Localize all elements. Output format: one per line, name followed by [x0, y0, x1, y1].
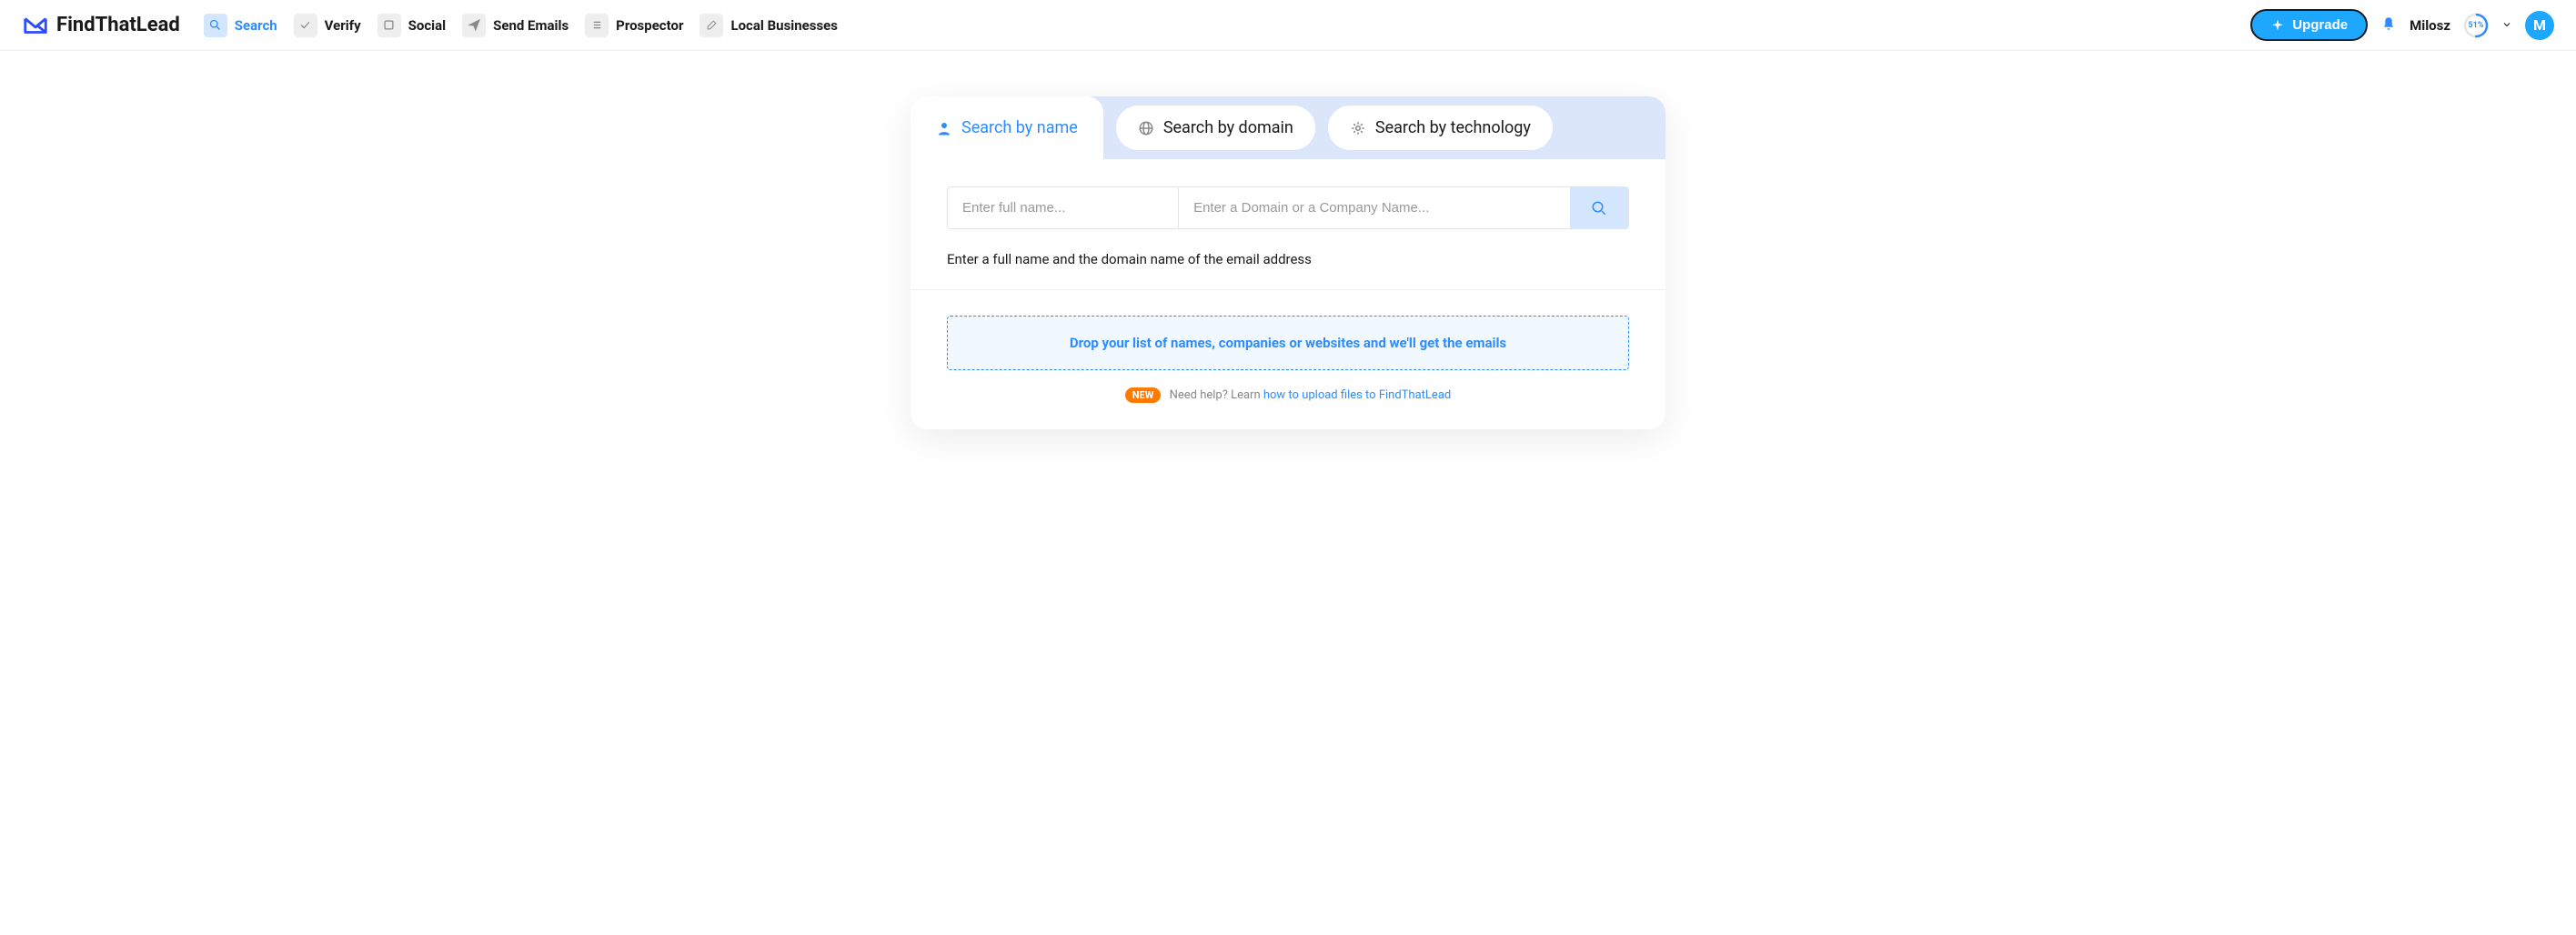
nav-prospector-label: Prospector	[616, 17, 683, 34]
app-header: FindThatLead Search Verify Social Send E…	[0, 0, 2576, 51]
help-row: NEW Need help? Learn how to upload files…	[947, 388, 1629, 429]
send-icon	[462, 14, 486, 37]
brand-logo[interactable]: FindThatLead	[22, 12, 180, 39]
nav-verify[interactable]: Verify	[294, 14, 361, 37]
nav-send-emails[interactable]: Send Emails	[462, 14, 569, 37]
brand-name: FindThatLead	[56, 14, 180, 36]
gear-icon	[1350, 120, 1366, 136]
nav-social[interactable]: Social	[377, 14, 446, 37]
check-icon	[294, 14, 317, 37]
dropzone-label: Drop your list of names, companies or we…	[1070, 335, 1506, 351]
social-icon	[377, 14, 401, 37]
list-icon	[585, 14, 609, 37]
header-right: Upgrade Milosz 51% M	[2250, 9, 2554, 41]
file-dropzone[interactable]: Drop your list of names, companies or we…	[947, 316, 1629, 370]
brand-logo-icon	[22, 12, 49, 39]
progress-percent-label: 51%	[2469, 21, 2484, 30]
nav-search[interactable]: Search	[204, 14, 277, 37]
nav-prospector[interactable]: Prospector	[585, 14, 683, 37]
search-submit-button[interactable]	[1570, 187, 1628, 228]
nav-local-businesses-label: Local Businesses	[730, 17, 838, 34]
globe-icon	[1138, 120, 1154, 136]
card-body: Enter a full name and the domain name of…	[911, 159, 1665, 429]
avatar-initial: M	[2533, 16, 2546, 34]
domain-input[interactable]	[1179, 187, 1570, 228]
main-content: Search by name Search by domain Search b…	[0, 51, 2576, 429]
main-nav: Search Verify Social Send Emails Prospec…	[204, 14, 838, 37]
avatar[interactable]: M	[2525, 11, 2554, 40]
new-badge: NEW	[1125, 387, 1162, 403]
tab-search-by-technology[interactable]: Search by technology	[1328, 106, 1553, 150]
nav-social-label: Social	[408, 17, 446, 34]
help-prefix: Need help? Learn	[1170, 388, 1263, 402]
search-tabs: Search by name Search by domain Search b…	[911, 96, 1665, 159]
search-icon	[204, 14, 227, 37]
upgrade-button[interactable]: Upgrade	[2250, 9, 2368, 41]
search-row	[947, 186, 1629, 229]
nav-local-businesses[interactable]: Local Businesses	[699, 14, 838, 37]
tab-by-domain-label: Search by domain	[1163, 118, 1293, 137]
upgrade-label: Upgrade	[2292, 17, 2348, 33]
tab-by-technology-label: Search by technology	[1375, 118, 1531, 137]
edit-icon	[699, 14, 723, 37]
username-label: Milosz	[2410, 17, 2450, 34]
person-icon	[936, 120, 952, 136]
full-name-input[interactable]	[948, 187, 1179, 228]
search-card: Search by name Search by domain Search b…	[911, 96, 1665, 429]
nav-verify-label: Verify	[325, 17, 361, 34]
tab-search-by-name[interactable]: Search by name	[911, 96, 1103, 159]
tab-by-name-label: Search by name	[961, 118, 1078, 137]
tab-search-by-domain[interactable]: Search by domain	[1116, 106, 1315, 150]
search-icon	[1591, 200, 1607, 216]
nav-send-emails-label: Send Emails	[493, 17, 569, 34]
credits-progress[interactable]: 51%	[2463, 13, 2489, 38]
help-link[interactable]: how to upload files to FindThatLead	[1263, 388, 1451, 402]
notifications-button[interactable]	[2380, 15, 2397, 35]
nav-search-label: Search	[235, 17, 277, 34]
sparkle-icon	[2270, 18, 2285, 33]
divider	[911, 289, 1665, 290]
user-menu-toggle[interactable]	[2501, 16, 2512, 34]
search-hint: Enter a full name and the domain name of…	[947, 251, 1629, 267]
